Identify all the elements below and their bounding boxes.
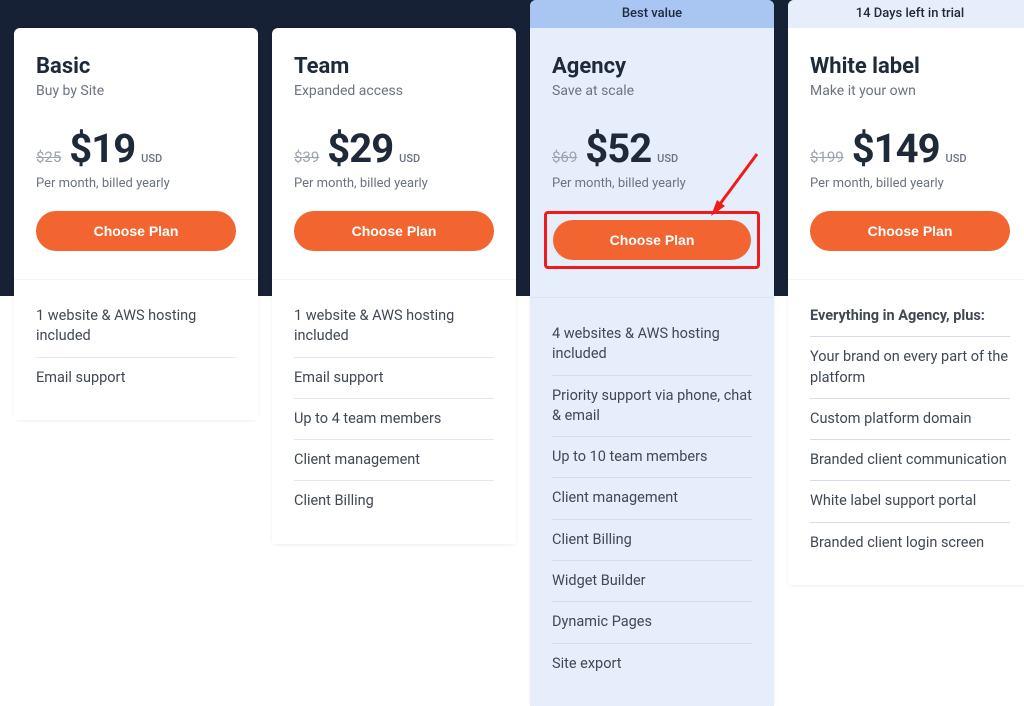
list-item: Client Billing: [294, 481, 494, 521]
plan-head: Agency Save at scale $69 $52 USD Per mon…: [530, 28, 774, 298]
plan-tagline: Expanded access: [294, 83, 494, 99]
feature-list: 1 website & AWS hosting included Email s…: [14, 280, 258, 420]
plan-title: Agency: [552, 54, 752, 79]
plan-title: White label: [810, 54, 1010, 79]
plan-title: Basic: [36, 54, 236, 79]
old-price: $69: [552, 148, 577, 166]
billing-cycle: Per month, billed yearly: [294, 176, 494, 191]
price-row: $39 $29 USD: [294, 125, 494, 172]
currency: USD: [399, 152, 420, 165]
list-item: Branded client communication: [810, 440, 1010, 481]
billing-cycle: Per month, billed yearly: [810, 176, 1010, 191]
plan-card-team: Team Expanded access $39 $29 USD Per mon…: [272, 28, 516, 544]
plan-title: Team: [294, 54, 494, 79]
list-item: Priority support via phone, chat & email: [552, 376, 752, 438]
currency: USD: [946, 152, 967, 165]
price-row: $25 $19 USD: [36, 125, 236, 172]
choose-plan-button[interactable]: Choose Plan: [553, 220, 751, 260]
billing-cycle: Per month, billed yearly: [36, 176, 236, 191]
list-item: Client management: [294, 440, 494, 481]
cta-wrap-highlighted: Choose Plan: [544, 211, 760, 269]
cta-wrap: Choose Plan: [36, 211, 236, 251]
price-row: $69 $52 USD: [552, 125, 752, 172]
plan-tagline: Make it your own: [810, 83, 1010, 99]
cta-wrap: Choose Plan: [294, 211, 494, 251]
best-value-badge: Best value: [530, 0, 774, 28]
plan-head: Team Expanded access $39 $29 USD Per mon…: [272, 28, 516, 280]
list-item: 1 website & AWS hosting included: [294, 296, 494, 358]
plan-card-basic: Basic Buy by Site $25 $19 USD Per month,…: [14, 28, 258, 420]
pricing-plans-row: Basic Buy by Site $25 $19 USD Per month,…: [0, 28, 1024, 706]
price: $19: [69, 125, 135, 172]
price: $52: [585, 125, 651, 172]
price: $29: [327, 125, 393, 172]
list-item: Site export: [552, 644, 752, 684]
cta-wrap: Choose Plan: [810, 211, 1010, 251]
price: $149: [852, 125, 940, 172]
billing-cycle: Per month, billed yearly: [552, 176, 752, 191]
choose-plan-button[interactable]: Choose Plan: [294, 211, 494, 251]
plan-card-agency: Best value Agency Save at scale $69 $52 …: [530, 0, 774, 706]
currency: USD: [141, 152, 162, 165]
list-item: Email support: [294, 358, 494, 399]
list-item: Branded client login screen: [810, 523, 1010, 563]
plan-tagline: Save at scale: [552, 83, 752, 99]
list-item: Custom platform domain: [810, 399, 1010, 440]
plan-head: Basic Buy by Site $25 $19 USD Per month,…: [14, 28, 258, 280]
list-item: White label support portal: [810, 481, 1010, 522]
old-price: $25: [36, 148, 61, 166]
feature-list: Everything in Agency, plus: Your brand o…: [788, 280, 1024, 585]
list-item: Dynamic Pages: [552, 602, 752, 643]
old-price: $39: [294, 148, 319, 166]
plan-card-white-label: 14 Days left in trial White label Make i…: [788, 0, 1024, 585]
choose-plan-button[interactable]: Choose Plan: [810, 211, 1010, 251]
choose-plan-button[interactable]: Choose Plan: [36, 211, 236, 251]
price-row: $199 $149 USD: [810, 125, 1010, 172]
list-item: Up to 10 team members: [552, 437, 752, 478]
currency: USD: [657, 152, 678, 165]
list-item: Up to 4 team members: [294, 399, 494, 440]
list-item: Your brand on every part of the platform: [810, 337, 1010, 399]
list-item: Email support: [36, 358, 236, 398]
list-item: Client Billing: [552, 520, 752, 561]
plan-head: White label Make it your own $199 $149 U…: [788, 28, 1024, 280]
trial-badge: 14 Days left in trial: [788, 0, 1024, 28]
feature-heading: Everything in Agency, plus:: [810, 296, 1010, 337]
plan-tagline: Buy by Site: [36, 83, 236, 99]
list-item: 1 website & AWS hosting included: [36, 296, 236, 358]
feature-list: 1 website & AWS hosting included Email s…: [272, 280, 516, 544]
list-item: Client management: [552, 478, 752, 519]
feature-list: 4 websites & AWS hosting included Priori…: [530, 298, 774, 706]
list-item: 4 websites & AWS hosting included: [552, 314, 752, 376]
old-price: $199: [810, 148, 844, 166]
list-item: Widget Builder: [552, 561, 752, 602]
